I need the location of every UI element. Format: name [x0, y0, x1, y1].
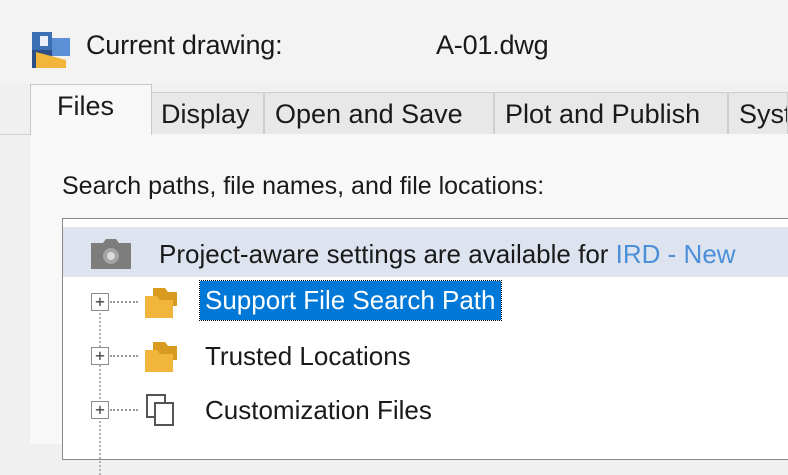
banner-message: Project-aware settings are available for: [159, 239, 616, 269]
current-drawing-label: Current drawing:: [86, 30, 283, 60]
tab-files[interactable]: Files: [30, 84, 152, 135]
current-drawing-filename: A-01.dwg: [436, 30, 549, 60]
expand-toggle[interactable]: +: [91, 293, 109, 311]
tree-item-label[interactable]: Support File Search Path: [199, 280, 502, 321]
tree-item-label[interactable]: Customization Files: [205, 395, 432, 426]
tree-item-trusted-locations[interactable]: + Trusted Locations: [63, 331, 788, 381]
tree-connector: [110, 409, 138, 411]
folder-icon: [145, 288, 177, 318]
project-link[interactable]: IRD - New: [616, 239, 736, 269]
project-camera-icon: [91, 239, 131, 269]
tree-item-support-file-search-path[interactable]: + Support File Search Path: [63, 277, 788, 327]
tree-connector: [110, 301, 138, 303]
tree-item-label[interactable]: Trusted Locations: [205, 341, 411, 372]
banner-text: Project-aware settings are available for…: [159, 239, 736, 270]
file-locations-tree[interactable]: Project-aware settings are available for…: [62, 218, 788, 475]
expand-toggle[interactable]: +: [91, 401, 109, 419]
tree-connector: [110, 355, 138, 357]
expand-toggle[interactable]: +: [91, 347, 109, 365]
copy-files-icon: [146, 394, 174, 426]
folder-icon: [145, 342, 177, 372]
search-paths-label: Search paths, file names, and file locat…: [62, 172, 545, 200]
tab-display[interactable]: Display: [150, 92, 264, 134]
tab-plot-and-publish[interactable]: Plot and Publish: [494, 92, 728, 134]
tab-strip: Files Display Open and Save Plot and Pub…: [0, 84, 788, 135]
autocad-app-icon: [30, 28, 72, 70]
tab-system[interactable]: Syst: [728, 92, 788, 134]
tab-open-and-save[interactable]: Open and Save: [264, 92, 494, 134]
tree-item-customization-files[interactable]: + Customization Files: [63, 385, 788, 435]
project-aware-banner[interactable]: Project-aware settings are available for…: [63, 227, 788, 277]
